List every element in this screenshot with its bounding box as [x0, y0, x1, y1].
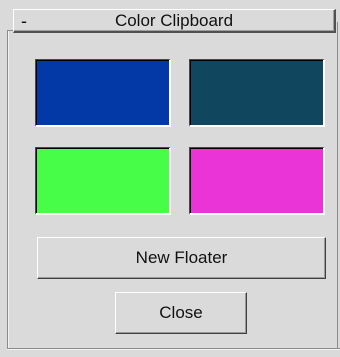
close-button[interactable]: Close	[115, 292, 247, 334]
rollout-title: Color Clipboard	[114, 11, 234, 30]
color-swatch-1[interactable]	[35, 59, 171, 127]
frame-left-highlight	[8, 30, 9, 348]
frame-bottom-highlight	[7, 349, 340, 350]
frame-right-edge	[337, 22, 338, 349]
rollout-header[interactable]: - Color Clipboard	[13, 9, 336, 33]
color-swatch-2[interactable]	[189, 59, 325, 127]
color-swatch-4[interactable]	[189, 147, 325, 215]
new-floater-button[interactable]: New Floater	[37, 237, 326, 279]
color-swatch-3[interactable]	[35, 147, 171, 215]
